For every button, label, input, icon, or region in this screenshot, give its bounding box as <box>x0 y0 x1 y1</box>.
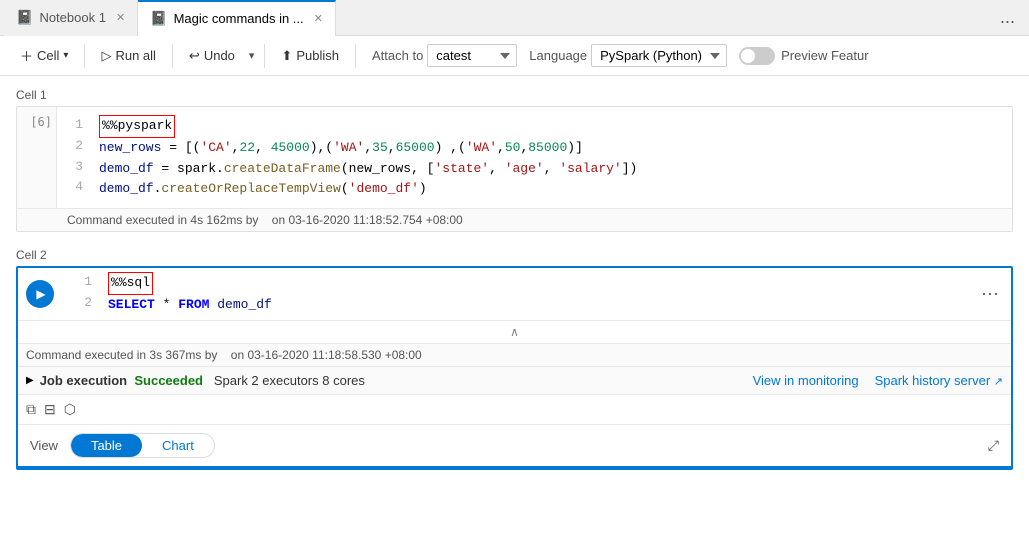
job-status: Succeeded <box>134 373 203 388</box>
cell2-header: ▶ 12 %%sql SELECT * FROM demo_df ··· <box>18 268 1011 320</box>
cell1-exec-num: [6] <box>17 107 57 208</box>
cell-label: Cell <box>37 48 59 63</box>
progress-bar <box>18 466 1011 468</box>
cell2-lines: 12 %%sql SELECT * FROM demo_df <box>62 272 969 316</box>
separator3 <box>264 44 265 68</box>
cell1-container: [6] 1234 %%pyspark new_rows = [('CA',22,… <box>16 106 1013 232</box>
plus-icon: ＋ <box>20 46 33 65</box>
attach-to-label: Attach to <box>372 48 423 63</box>
code-line4: demo_df <box>99 181 154 196</box>
separator1 <box>84 44 85 68</box>
publish-icon: ⬆ <box>281 48 292 64</box>
cell1-body: [6] 1234 %%pyspark new_rows = [('CA',22,… <box>17 107 1012 208</box>
language-select[interactable]: PySpark (Python) Spark (Scala) Spark SQL… <box>591 44 727 67</box>
table-view-button[interactable]: Table <box>71 434 142 457</box>
tab-bar: 📓 Notebook 1 ✕ 📓 Magic commands in ... ✕… <box>0 0 1029 36</box>
cell2-play-button[interactable]: ▶ <box>26 280 54 308</box>
undo-label: Undo <box>204 48 235 63</box>
view-row: View Table Chart ⤢ <box>18 424 1011 466</box>
job-links: View in monitoring Spark history server … <box>753 373 1003 388</box>
tab-notebook1-close[interactable]: ✕ <box>116 11 125 24</box>
preview-label: Preview Featur <box>781 48 868 63</box>
undo-icon: ↩ <box>189 48 200 64</box>
chevron-down-icon2[interactable]: ▾ <box>247 49 257 62</box>
cell2-more-button[interactable]: ··· <box>977 283 1003 304</box>
cell1-line-numbers: 1234 <box>57 107 87 208</box>
undo-button[interactable]: ↩ Undo <box>181 44 243 68</box>
job-row: ▶ Job execution Succeeded Spark 2 execut… <box>18 366 1011 394</box>
view-label: View <box>30 438 58 453</box>
cell1-status-time: on 03-16-2020 11:18:52.754 +08:00 <box>272 213 463 227</box>
main-content: Cell 1 [6] 1234 %%pyspark new_rows = [('… <box>0 76 1029 550</box>
view-monitoring-link[interactable]: View in monitoring <box>753 373 859 388</box>
code-line2: new_rows <box>99 140 161 155</box>
job-play-icon: ▶ <box>26 375 34 386</box>
tab-magic-close[interactable]: ✕ <box>314 12 323 25</box>
tab-notebook1-label: Notebook 1 <box>39 10 106 25</box>
play-icon: ▶ <box>36 287 45 301</box>
exec-num-value: [6] <box>21 115 52 129</box>
copy-icon[interactable]: ⧉ <box>26 401 36 418</box>
sql-table: demo_df <box>217 297 272 312</box>
publish-label: Publish <box>296 48 339 63</box>
preview-toggle[interactable] <box>739 47 775 65</box>
cell1-label: Cell 1 <box>16 88 1013 102</box>
sql-from: FROM <box>178 297 209 312</box>
toggle-knob <box>741 49 755 63</box>
separator4 <box>355 44 356 68</box>
cell2-status-text: Command executed in 3s 367ms by <box>26 348 217 362</box>
cell1-code[interactable]: %%pyspark new_rows = [('CA',22, 45000),(… <box>87 107 1012 208</box>
magic-cmd-pyspark: %%pyspark <box>99 115 175 138</box>
cell2-toolbar2: ⧉ ⊟ ⬡ <box>18 394 1011 424</box>
run-all-label: Run all <box>115 48 155 63</box>
publish-button[interactable]: ⬆ Publish <box>273 44 347 68</box>
cell1-status: Command executed in 4s 162ms by on 03-16… <box>17 208 1012 231</box>
job-detail: Spark 2 executors 8 cores <box>214 373 365 388</box>
run-all-button[interactable]: ▷ Run all <box>93 44 163 68</box>
cell2-collapse[interactable]: ∧ <box>18 320 1011 343</box>
view-toggle: Table Chart <box>70 433 215 458</box>
cell2-code-area: 12 %%sql SELECT * FROM demo_df <box>62 272 969 316</box>
add-cell-button[interactable]: ＋ Cell ▾ <box>12 42 76 69</box>
magic-cmd-sql: %%sql <box>108 272 153 295</box>
cell2-status: Command executed in 3s 367ms by on 03-16… <box>18 343 1011 366</box>
spark-history-link[interactable]: Spark history server ↗ <box>875 373 1003 388</box>
external-link-icon: ↗ <box>994 376 1003 388</box>
attach-to-select[interactable]: catest <box>427 44 517 67</box>
clear-icon[interactable]: ⬡ <box>64 401 76 418</box>
tab-more[interactable]: ... <box>990 7 1025 28</box>
notebook-icon2: 📓 <box>150 10 167 27</box>
job-label: Job execution <box>40 373 127 388</box>
tab-magic-commands[interactable]: 📓 Magic commands in ... ✕ <box>138 0 336 36</box>
tab-magic-label: Magic commands in ... <box>174 11 304 26</box>
chevron-down-icon: ▾ <box>63 50 68 61</box>
cell2-label: Cell 2 <box>16 248 1013 262</box>
job-text: Job execution Succeeded Spark 2 executor… <box>40 373 365 388</box>
spark-history-text: Spark history server <box>875 373 991 388</box>
run-icon: ▷ <box>101 48 111 64</box>
cell2-line-numbers: 12 <box>62 272 92 316</box>
cell2-status-time: on 03-16-2020 11:18:58.530 +08:00 <box>231 348 422 362</box>
cell1-status-text: Command executed in 4s 162ms by <box>67 213 258 227</box>
sql-select: SELECT <box>108 297 155 312</box>
separator2 <box>172 44 173 68</box>
language-label: Language <box>529 48 587 63</box>
toolbar: ＋ Cell ▾ ▷ Run all ↩ Undo ▾ ⬆ Publish At… <box>0 36 1029 76</box>
preview-toggle-wrap: Preview Featur <box>739 47 868 65</box>
cell2-code[interactable]: %%sql SELECT * FROM demo_df <box>108 272 969 316</box>
code-line3: demo_df <box>99 161 154 176</box>
expand-icon[interactable]: ⤢ <box>988 437 999 454</box>
chart-view-button[interactable]: Chart <box>142 434 214 457</box>
cell2-container: ▶ 12 %%sql SELECT * FROM demo_df ··· ∧ C… <box>16 266 1013 470</box>
tab-notebook1[interactable]: 📓 Notebook 1 ✕ <box>4 0 138 36</box>
notebook-icon: 📓 <box>16 9 33 26</box>
filter-icon[interactable]: ⊟ <box>44 401 56 418</box>
